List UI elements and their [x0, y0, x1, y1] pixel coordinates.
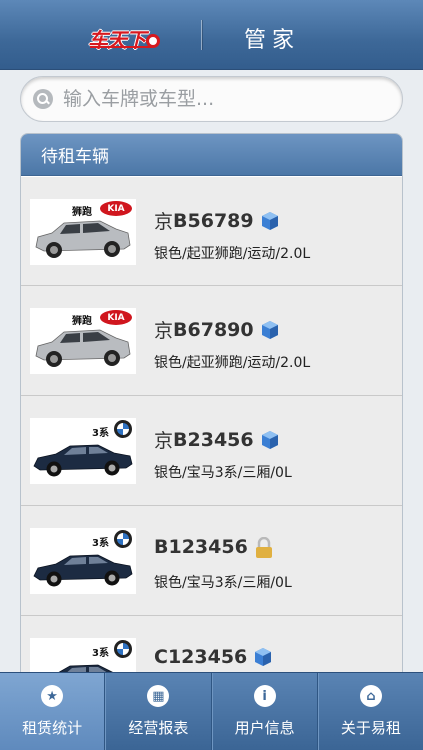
car-list-item[interactable]: 3系 BMW B123456 银色/宝马3系/三厢/0L: [21, 506, 402, 616]
star-icon: ★: [41, 685, 64, 707]
brand-text: 车天下: [88, 28, 146, 52]
bmw-logo: BMW: [114, 640, 132, 658]
tab-bar: ★ 租赁统计 ▦ 经营报表 i 用户信息 ⌂ 关于易租: [0, 672, 423, 750]
cube-icon: [260, 430, 280, 450]
car-model-logo-text: 狮跑: [72, 207, 92, 218]
available-cars-panel: 待租车辆 狮跑 KIA 京 B56789 银色/起亚狮跑/运动/2.0L 狮跑 KIA 京 B…: [20, 133, 403, 693]
plate-number: C123456: [154, 646, 248, 668]
kia-logo: KIA: [100, 310, 132, 325]
search-bar[interactable]: [20, 76, 403, 122]
brand-underline: [90, 46, 152, 48]
car-thumbnail: 狮跑 KIA: [30, 308, 136, 374]
tab-label: 经营报表: [128, 719, 189, 737]
info-icon: i: [253, 685, 276, 707]
header-divider: [201, 20, 202, 50]
car-description: 银色/起亚狮跑/运动/2.0L: [154, 246, 311, 262]
car-model-logo-text: 狮跑: [72, 316, 92, 327]
plate-number: B67890: [173, 318, 254, 341]
car-thumbnail: 狮跑 KIA: [30, 199, 136, 265]
plate-number: B123456: [154, 536, 248, 558]
license-plate: 京 B56789: [154, 207, 280, 234]
tab-4[interactable]: ⌂ 关于易租: [317, 673, 423, 750]
plate-number: B56789: [173, 209, 254, 232]
car-model-logo-text: 3系: [92, 538, 109, 549]
car-model-logo-text: 3系: [92, 648, 109, 659]
bmw-logo: BMW: [114, 530, 132, 548]
panel-title: 待租车辆: [21, 134, 402, 176]
app-header: 车天下 管家: [0, 0, 423, 70]
tab-3[interactable]: i 用户信息: [211, 673, 318, 750]
tab-2[interactable]: ▦ 经营报表: [105, 673, 212, 750]
car-description: 银色/宝马3系/三厢/0L: [154, 575, 292, 591]
plate-number: B23456: [173, 428, 254, 451]
car-list-item[interactable]: 3系 BMW 京B23456 银色/宝马3系/三厢/0L: [21, 396, 402, 506]
cube-icon: [253, 647, 273, 667]
license-plate: 京 B23456: [154, 426, 280, 453]
home-icon: ⌂: [359, 685, 382, 707]
tab-label: 关于易租: [340, 719, 401, 737]
tab-label: 租赁统计: [22, 719, 83, 737]
car-list: 狮跑 KIA 京 B56789 银色/起亚狮跑/运动/2.0L 狮跑 KIA 京 B67890…: [21, 176, 402, 692]
cube-icon: [260, 320, 280, 340]
car-description: 银色/宝马3系/三厢/0L: [154, 465, 292, 481]
tab-1[interactable]: ★ 租赁统计: [0, 673, 106, 750]
bmw-logo: BMW: [114, 420, 132, 438]
search-input[interactable]: [63, 88, 383, 110]
plate-province: 京: [154, 211, 174, 233]
license-plate: C123456: [154, 646, 273, 668]
lock-icon: [254, 536, 274, 558]
kia-logo: KIA: [100, 201, 132, 216]
page-title: 管家: [244, 28, 301, 53]
plate-province: 京: [154, 320, 174, 342]
car-model-logo-text: 3系: [92, 428, 109, 439]
license-plate: B123456: [154, 536, 274, 558]
car-description: 银色/起亚狮跑/运动/2.0L: [154, 355, 311, 371]
brand-logo: 车天下: [88, 24, 160, 53]
car-list-item[interactable]: 狮跑 KIA 京 B56789 银色/起亚狮跑/运动/2.0L: [21, 176, 402, 286]
cube-icon: [260, 211, 280, 231]
car-thumbnail: 3系 BMW: [30, 418, 136, 484]
car-list-item[interactable]: 狮跑 KIA 京 B67890 银色/起亚狮跑/运动/2.0L: [21, 286, 402, 396]
plate-province: 京: [154, 430, 174, 452]
car-thumbnail: 3系 BMW: [30, 528, 136, 594]
license-plate: 京 B67890: [154, 316, 280, 343]
grid-icon: ▦: [147, 685, 170, 707]
tab-label: 用户信息: [234, 719, 295, 737]
search-icon: [33, 89, 53, 109]
